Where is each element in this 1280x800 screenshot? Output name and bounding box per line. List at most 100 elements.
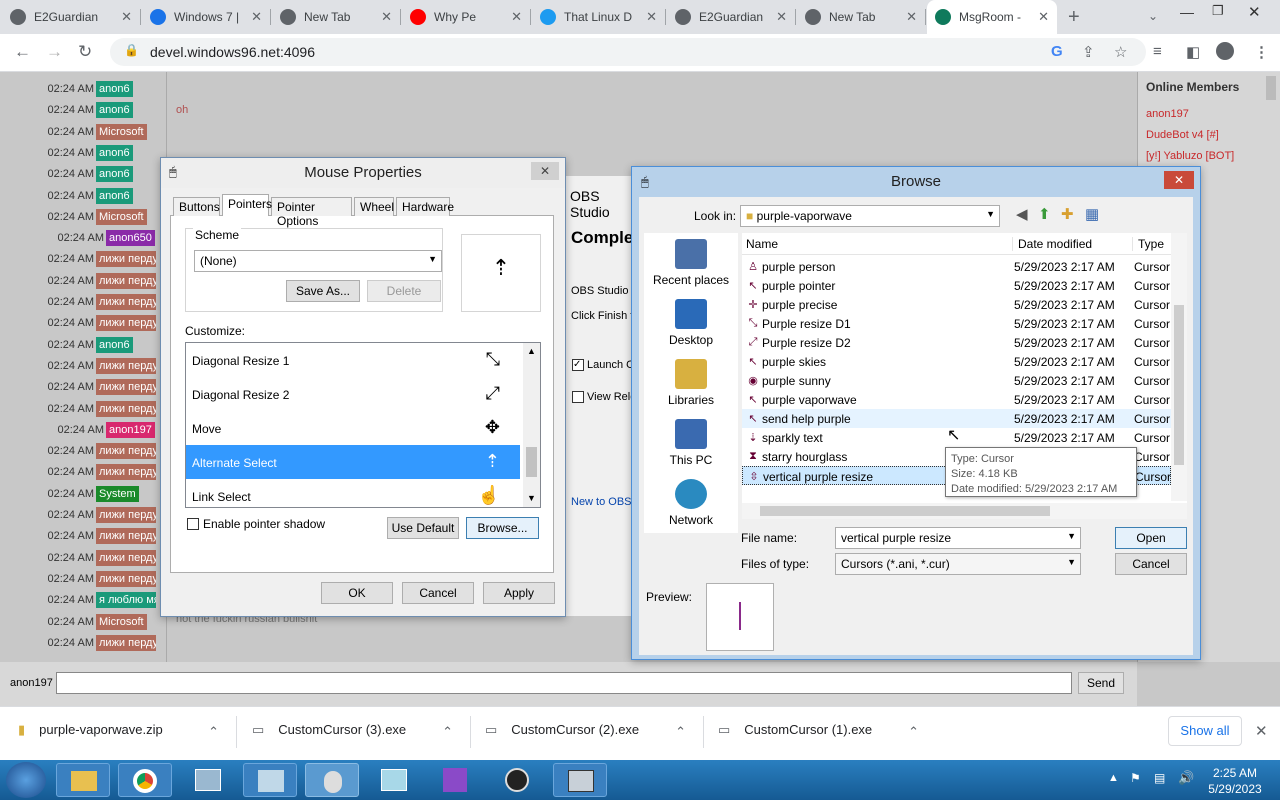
taskbar-window-icon[interactable]	[367, 763, 421, 797]
file-row[interactable]: ⤡ Purple resize D1 5/29/2023 2:17 AM Cursor	[742, 314, 1171, 333]
open-button[interactable]: Open	[1115, 527, 1187, 549]
tab-close-icon[interactable]: ✕	[776, 9, 787, 25]
browser-tab[interactable]: New Tab ✕	[797, 0, 925, 34]
place-network[interactable]: Network	[646, 479, 736, 527]
chevron-up-icon[interactable]: ⌃	[675, 724, 686, 740]
tab-close-icon[interactable]: ✕	[906, 9, 917, 25]
tab-close-icon[interactable]: ✕	[381, 9, 392, 25]
pointer-list-item[interactable]: Alternate Select ⇡	[186, 445, 520, 479]
chat-username-badge[interactable]: anon6	[96, 187, 133, 204]
media-control-icon[interactable]: ≡	[1153, 43, 1162, 60]
download-item[interactable]: ▭ CustomCursor (1).exe ⌃	[718, 722, 933, 739]
browse-close-icon[interactable]: ✕	[1164, 171, 1194, 189]
taskbar-chrome-icon[interactable]	[118, 763, 172, 797]
file-list-hscrollbar[interactable]	[742, 503, 1187, 519]
send-button[interactable]: Send	[1078, 672, 1124, 694]
taskbar-mouse-icon[interactable]	[305, 763, 359, 797]
tab-close-icon[interactable]: ✕	[511, 9, 522, 25]
column-name[interactable]: Name	[746, 237, 778, 251]
close-downloads-icon[interactable]: ✕	[1255, 722, 1268, 740]
mouse-tab[interactable]: Pointer Options	[271, 197, 352, 228]
obs-launch-checkbox[interactable]: ✓	[572, 359, 584, 371]
taskbar-clock[interactable]: 2:25 AM 5/29/2023	[1205, 765, 1265, 797]
chat-username-badge[interactable]: anon197	[106, 421, 155, 438]
chat-username-badge[interactable]: лижи пердуньи	[96, 294, 156, 310]
chat-username-badge[interactable]: лижи пердуньи	[96, 443, 156, 460]
view-menu-icon[interactable]: ▦	[1085, 205, 1099, 223]
look-in-select[interactable]: ■ purple-vaporwave ▼	[740, 205, 1000, 227]
browser-tab[interactable]: MsgRoom - ✕	[927, 0, 1057, 34]
tab-close-icon[interactable]: ✕	[251, 9, 262, 25]
chat-username-badge[interactable]: лижи пердуньи	[96, 549, 156, 566]
apply-button[interactable]: Apply	[483, 582, 555, 604]
taskbar-settings-icon[interactable]	[243, 763, 297, 797]
close-window-icon[interactable]: ✕	[1248, 3, 1261, 21]
obs-view-checkbox[interactable]	[572, 391, 584, 403]
cancel-button[interactable]: Cancel	[402, 582, 474, 604]
pointer-list-item[interactable]: Move ✥	[186, 411, 520, 445]
network-icon[interactable]: ▤	[1154, 771, 1165, 785]
place-desktop[interactable]: Desktop	[646, 299, 736, 347]
side-panel-icon[interactable]: ◧	[1186, 43, 1200, 61]
chat-username-badge[interactable]: я люблю мяхх	[96, 592, 156, 609]
action-center-flag-icon[interactable]: ⚑	[1130, 771, 1141, 785]
chat-username-badge[interactable]: лижи пердуньи	[96, 272, 156, 289]
browser-tab[interactable]: E2Guardian ✕	[667, 0, 795, 34]
restore-window-icon[interactable]: ❐	[1212, 3, 1224, 19]
chat-username-badge[interactable]: System	[96, 485, 139, 502]
download-item[interactable]: ▭ CustomCursor (3).exe ⌃	[252, 722, 467, 740]
chat-username-badge[interactable]: лижи пердуньи	[96, 400, 156, 417]
reload-icon[interactable]: ↻	[78, 42, 92, 62]
file-row[interactable]: ◉ purple sunny 5/29/2023 2:17 AM Cursor	[742, 371, 1171, 390]
pointer-shadow-checkbox[interactable]	[187, 518, 199, 530]
use-default-button[interactable]: Use Default	[387, 517, 459, 539]
file-row[interactable]: ✛ purple precise 5/29/2023 2:17 AM Cursor	[742, 295, 1171, 314]
google-icon[interactable]: G	[1051, 43, 1063, 60]
save-as-button[interactable]: Save As...	[286, 280, 360, 302]
online-member[interactable]: anon197	[1146, 108, 1189, 120]
taskbar-explorer-icon[interactable]	[56, 763, 110, 797]
chat-message-input[interactable]	[56, 672, 1072, 694]
tab-search-icon[interactable]: ⌄	[1148, 9, 1158, 23]
tab-close-icon[interactable]: ✕	[646, 9, 657, 25]
profile-avatar-icon[interactable]	[1216, 42, 1234, 60]
chat-username-badge[interactable]: anon6	[96, 102, 133, 119]
chat-username-badge[interactable]: лижи пердуньи	[96, 528, 156, 545]
taskbar-visual-studio-icon[interactable]	[429, 763, 483, 797]
column-type[interactable]: Type	[1132, 237, 1164, 251]
file-row[interactable]: ♙ purple person 5/29/2023 2:17 AM Cursor	[742, 257, 1171, 276]
chat-username-badge[interactable]: лижи пердуньи	[96, 379, 156, 396]
mouse-tab[interactable]: Pointers	[222, 194, 272, 216]
scheme-select[interactable]: (None) ▼	[194, 250, 442, 272]
browser-tab[interactable]: E2Guardian ✕	[2, 0, 140, 34]
bookmark-star-icon[interactable]: ☆	[1114, 43, 1127, 61]
browser-tab[interactable]: That Linux D ✕	[532, 0, 665, 34]
browse-button[interactable]: Browse...	[466, 517, 539, 539]
pointer-list[interactable]: Diagonal Resize 1 ⤡ Diagonal Resize 2 ⤢ Move…	[185, 342, 541, 508]
mouse-tab[interactable]: Buttons	[173, 197, 220, 216]
chevron-up-icon[interactable]: ⌃	[442, 724, 453, 740]
browse-cancel-button[interactable]: Cancel	[1115, 553, 1187, 575]
place-libraries[interactable]: Libraries	[646, 359, 736, 407]
chat-username-badge[interactable]: лижи пердуньи	[96, 357, 156, 374]
forward-arrow-icon[interactable]: →	[46, 42, 63, 62]
hscroll-thumb[interactable]	[760, 506, 1050, 516]
tab-close-icon[interactable]: ✕	[1038, 9, 1049, 25]
chevron-up-icon[interactable]: ⌃	[208, 724, 219, 740]
chat-username-badge[interactable]: Microsoft	[96, 123, 147, 140]
show-all-button[interactable]: Show all	[1168, 716, 1242, 746]
scroll-up-icon[interactable]: ▲	[527, 346, 536, 356]
chat-username-badge[interactable]: лижи пердуньи	[96, 315, 156, 332]
vscroll-thumb[interactable]	[1174, 305, 1184, 465]
new-folder-icon[interactable]: ✚	[1061, 205, 1074, 223]
tab-close-icon[interactable]: ✕	[121, 9, 132, 25]
ok-button[interactable]: OK	[321, 582, 393, 604]
pointer-list-scrollbar[interactable]: ▲ ▼	[523, 343, 540, 507]
new-tab-button[interactable]: +	[1068, 6, 1080, 29]
mouse-tab[interactable]: Wheel	[354, 197, 394, 216]
chat-username-badge[interactable]: anon6	[96, 81, 133, 97]
address-bar[interactable]: 🔒 devel.windows96.net:4096	[110, 38, 1146, 66]
place-this-pc[interactable]: This PC	[646, 419, 736, 467]
chat-username-badge[interactable]: anon6	[96, 166, 133, 183]
download-item[interactable]: ▭ CustomCursor (2).exe ⌃	[485, 722, 700, 740]
